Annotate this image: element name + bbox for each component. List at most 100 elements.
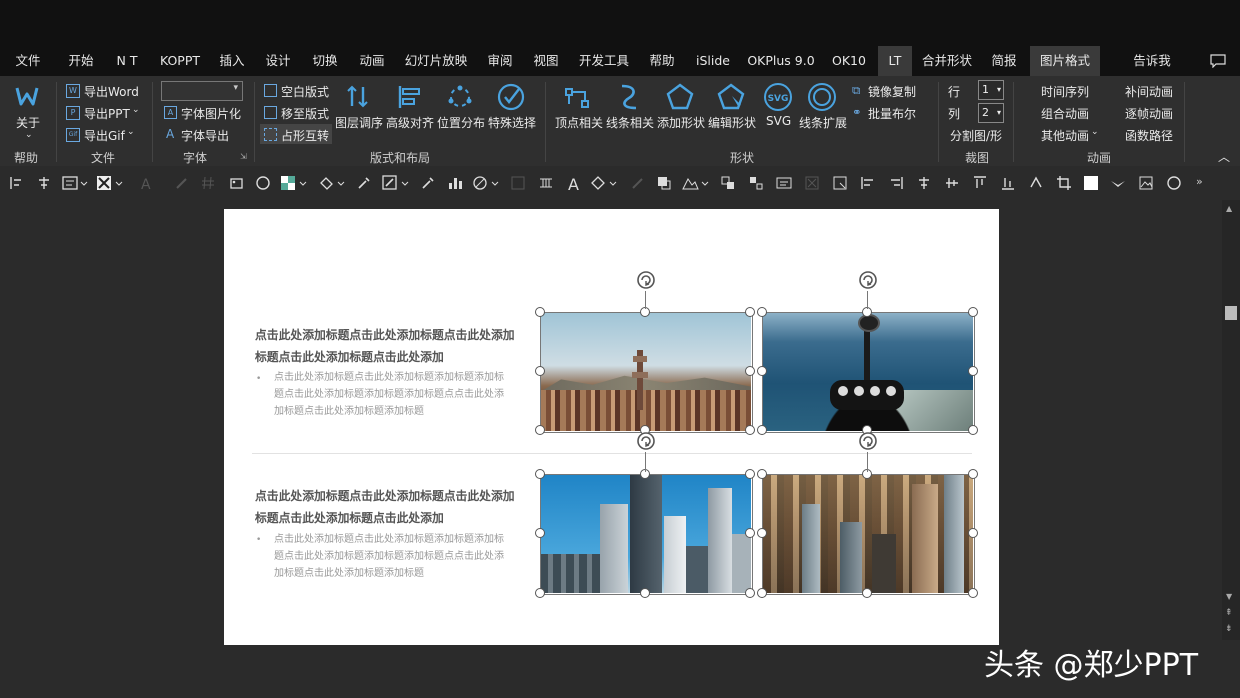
- landscape-icon[interactable]: [682, 175, 710, 191]
- white-fill-icon[interactable]: [1083, 175, 1099, 191]
- resize-handle[interactable]: [968, 588, 978, 598]
- align-right-icon[interactable]: [888, 175, 904, 191]
- section-body-2[interactable]: 点击此处添加标题点击此处添加标题添加标题添加标题点击此处添加标题添加标题添加标题…: [274, 531, 512, 582]
- resize-handle[interactable]: [535, 307, 545, 317]
- resize-handle[interactable]: [535, 366, 545, 376]
- crop-tool-icon[interactable]: [1056, 175, 1072, 191]
- eyedropper-icon[interactable]: [356, 175, 372, 191]
- function-path-button[interactable]: 函数路径: [1125, 127, 1173, 144]
- tab-transitions[interactable]: 切换: [305, 46, 345, 76]
- group-animation-button[interactable]: 组合动画: [1041, 105, 1089, 122]
- resize-handle[interactable]: [640, 588, 650, 598]
- resize-handle[interactable]: [745, 588, 755, 598]
- comment-icon[interactable]: [1210, 54, 1226, 68]
- tab-merge-shapes[interactable]: 合并形状: [916, 46, 978, 76]
- bar-chart-icon[interactable]: [447, 175, 463, 191]
- rotate-handle-icon[interactable]: [635, 269, 657, 291]
- other-animation-button[interactable]: 其他动画: [1041, 127, 1089, 144]
- tab-help[interactable]: 帮助: [642, 46, 682, 76]
- tab-design[interactable]: 设计: [258, 46, 298, 76]
- more-tools-icon[interactable]: »: [1196, 175, 1212, 191]
- about-button[interactable]: 关于: [16, 114, 40, 131]
- export-gif-button[interactable]: 导出Gif: [84, 127, 125, 144]
- checklist-disabled-icon[interactable]: [510, 175, 526, 191]
- hash-icon[interactable]: [200, 175, 216, 191]
- tab-koppt[interactable]: KOPPT: [152, 46, 208, 76]
- oval-icon[interactable]: [1166, 175, 1182, 191]
- resize-handle[interactable]: [968, 528, 978, 538]
- about-dropdown-icon[interactable]: ⌄: [25, 130, 33, 140]
- resize-handle[interactable]: [745, 366, 755, 376]
- table-icon[interactable]: [538, 175, 554, 191]
- align-middle-icon[interactable]: [944, 175, 960, 191]
- resize-handle[interactable]: [745, 469, 755, 479]
- select-pane-icon[interactable]: [832, 175, 848, 191]
- move-to-layout-button[interactable]: 移至版式: [281, 105, 329, 122]
- section-title-1[interactable]: 点击此处添加标题点击此处添加标题点击此处添加标题点击此处添加标题点击此处添加: [255, 324, 515, 368]
- line-expand-button[interactable]: 线条扩展: [799, 114, 847, 131]
- slide-icon[interactable]: [776, 175, 792, 191]
- section-title-2[interactable]: 点击此处添加标题点击此处添加标题点击此处添加标题点击此处添加标题点击此处添加: [255, 485, 515, 529]
- mirror-copy-button[interactable]: 镜像复制: [868, 83, 916, 100]
- align-bottom-icon[interactable]: [1000, 175, 1016, 191]
- resize-handle[interactable]: [968, 469, 978, 479]
- vertical-scrollbar[interactable]: ▲ ▼ ⇞ ⇟: [1222, 200, 1240, 640]
- picture-icon[interactable]: [1138, 175, 1154, 191]
- rotate-handle-icon[interactable]: [857, 269, 879, 291]
- font-to-image-button[interactable]: 字体图片化: [181, 105, 241, 122]
- tab-file[interactable]: 文件: [6, 46, 50, 76]
- distribute-tool-icon[interactable]: [36, 175, 52, 191]
- fill-color-icon[interactable]: [280, 175, 308, 191]
- paint-bucket-icon[interactable]: [318, 175, 346, 191]
- tab-ok10[interactable]: OK10: [824, 46, 874, 76]
- bring-front-icon[interactable]: [656, 175, 672, 191]
- resize-handle[interactable]: [968, 425, 978, 435]
- split-image-button[interactable]: 分割图/形: [950, 127, 1002, 144]
- resize-handle[interactable]: [968, 307, 978, 317]
- next-slide-icon[interactable]: ⇟: [1225, 624, 1233, 634]
- effects-icon[interactable]: [472, 175, 500, 191]
- text-a-icon[interactable]: A: [566, 175, 582, 191]
- resize-handle[interactable]: [757, 307, 767, 317]
- align-center-icon[interactable]: [916, 175, 932, 191]
- tab-brief[interactable]: 简报: [984, 46, 1024, 76]
- scroll-thumb[interactable]: [1225, 306, 1237, 320]
- tab-okplus[interactable]: OKPlus 9.0: [744, 46, 818, 76]
- tab-review[interactable]: 审阅: [480, 46, 520, 76]
- tab-developer[interactable]: 开发工具: [572, 46, 636, 76]
- slide[interactable]: 点击此处添加标题点击此处添加标题点击此处添加标题点击此处添加标题点击此处添加 •…: [224, 209, 999, 645]
- special-select-button[interactable]: 特殊选择: [488, 114, 536, 131]
- flip-icon[interactable]: [1110, 175, 1126, 191]
- prev-slide-icon[interactable]: ⇞: [1225, 608, 1233, 618]
- resize-handle[interactable]: [757, 366, 767, 376]
- resize-handle[interactable]: [745, 528, 755, 538]
- resize-handle[interactable]: [968, 366, 978, 376]
- batch-bool-button[interactable]: 批量布尔: [868, 105, 916, 122]
- resize-handle[interactable]: [535, 588, 545, 598]
- tab-slideshow[interactable]: 幻灯片放映: [398, 46, 474, 76]
- pen-disabled-icon[interactable]: [174, 175, 190, 191]
- line-color-icon[interactable]: [382, 175, 410, 191]
- resize-handle[interactable]: [745, 307, 755, 317]
- add-shape-button[interactable]: 添加形状: [657, 114, 705, 131]
- picture-placeholder-icon[interactable]: [96, 175, 124, 191]
- delete-disabled-icon[interactable]: [804, 175, 820, 191]
- dialog-launcher-icon[interactable]: ⇲: [240, 152, 247, 161]
- resize-handle[interactable]: [535, 425, 545, 435]
- tab-islide[interactable]: iSlide: [688, 46, 738, 76]
- tell-me-button[interactable]: 告诉我: [1130, 46, 1174, 76]
- align-tool-icon[interactable]: [8, 175, 24, 191]
- rotate-tool-icon[interactable]: [1028, 175, 1044, 191]
- resize-handle[interactable]: [862, 588, 872, 598]
- export-word-button[interactable]: 导出Word: [84, 83, 139, 100]
- brush-disabled-icon[interactable]: [630, 175, 646, 191]
- align-top-icon[interactable]: [972, 175, 988, 191]
- export-ppt-button[interactable]: 导出PPT: [84, 105, 130, 122]
- image-swap-icon[interactable]: [228, 175, 244, 191]
- section-body-1[interactable]: 点击此处添加标题点击此处添加标题添加标题添加标题点击此处添加标题添加标题添加标题…: [274, 369, 512, 420]
- frame-animation-button[interactable]: 逐帧动画: [1125, 105, 1173, 122]
- rotate-handle-icon[interactable]: [857, 430, 879, 452]
- group-icon[interactable]: [720, 175, 736, 191]
- svg-button[interactable]: SVG: [766, 114, 791, 128]
- rotate-handle-icon[interactable]: [635, 430, 657, 452]
